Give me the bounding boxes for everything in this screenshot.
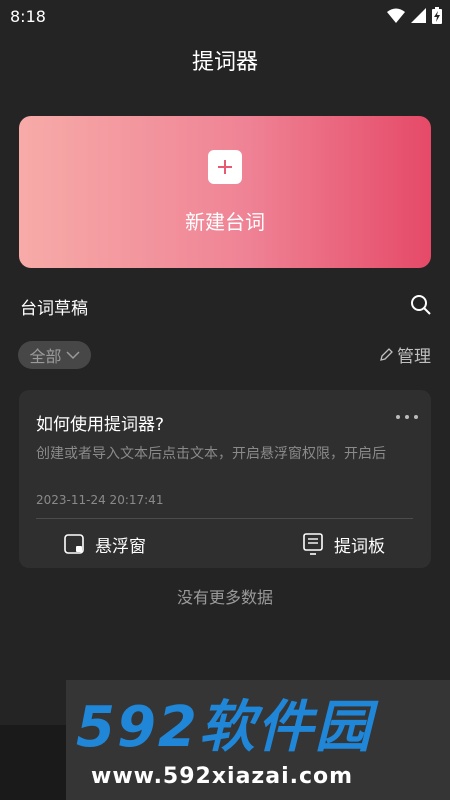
chevron-down-icon [65,351,80,360]
floating-window-button[interactable]: 悬浮窗 [63,532,146,557]
manage-button[interactable]: 管理 [379,342,431,367]
divider [36,518,413,519]
new-script-card[interactable]: 新建台词 [19,116,431,268]
signal-icon [411,8,426,27]
no-more-data-text: 没有更多数据 [176,588,273,607]
dot-icon [414,415,418,419]
draft-timestamp: 2023-11-24 20:17:41 [36,493,164,507]
pencil-icon [380,347,393,361]
dot-icon [396,415,400,419]
status-time: 8:18 [10,7,46,26]
floating-window-icon [64,534,84,554]
watermark: 592软件园 www.592xiazai.com [66,680,450,800]
prompter-board-label: 提词板 [334,536,385,557]
draft-title: 如何使用提词器? [36,415,165,435]
watermark-logo: 592软件园 [76,695,373,760]
search-button[interactable] [408,292,434,318]
prompter-board-button[interactable]: 提词板 [302,532,385,557]
prompter-board-icon [303,533,323,555]
section-title: 台词草稿 [20,299,88,319]
dot-icon [405,415,409,419]
watermark-url: www.592xiazai.com [91,764,354,789]
draft-card[interactable]: 如何使用提词器? 创建或者导入文本后点击文本，开启悬浮窗权限，开启后 2023-… [19,390,431,568]
status-icons [387,7,442,28]
filter-label: 全部 [29,347,62,366]
battery-icon [432,7,442,28]
status-bar: 8:18 [0,0,450,32]
search-icon [411,295,431,315]
manage-label: 管理 [397,347,431,367]
more-options-button[interactable] [396,408,418,426]
page-title: 提词器 [191,50,258,75]
new-script-label: 新建台词 [185,210,265,234]
floating-window-label: 悬浮窗 [95,536,146,557]
wifi-icon [387,8,405,28]
draft-preview: 创建或者导入文本后点击文本，开启悬浮窗权限，开启后 [36,446,386,462]
filter-dropdown[interactable]: 全部 [18,341,91,369]
plus-icon [208,150,242,184]
